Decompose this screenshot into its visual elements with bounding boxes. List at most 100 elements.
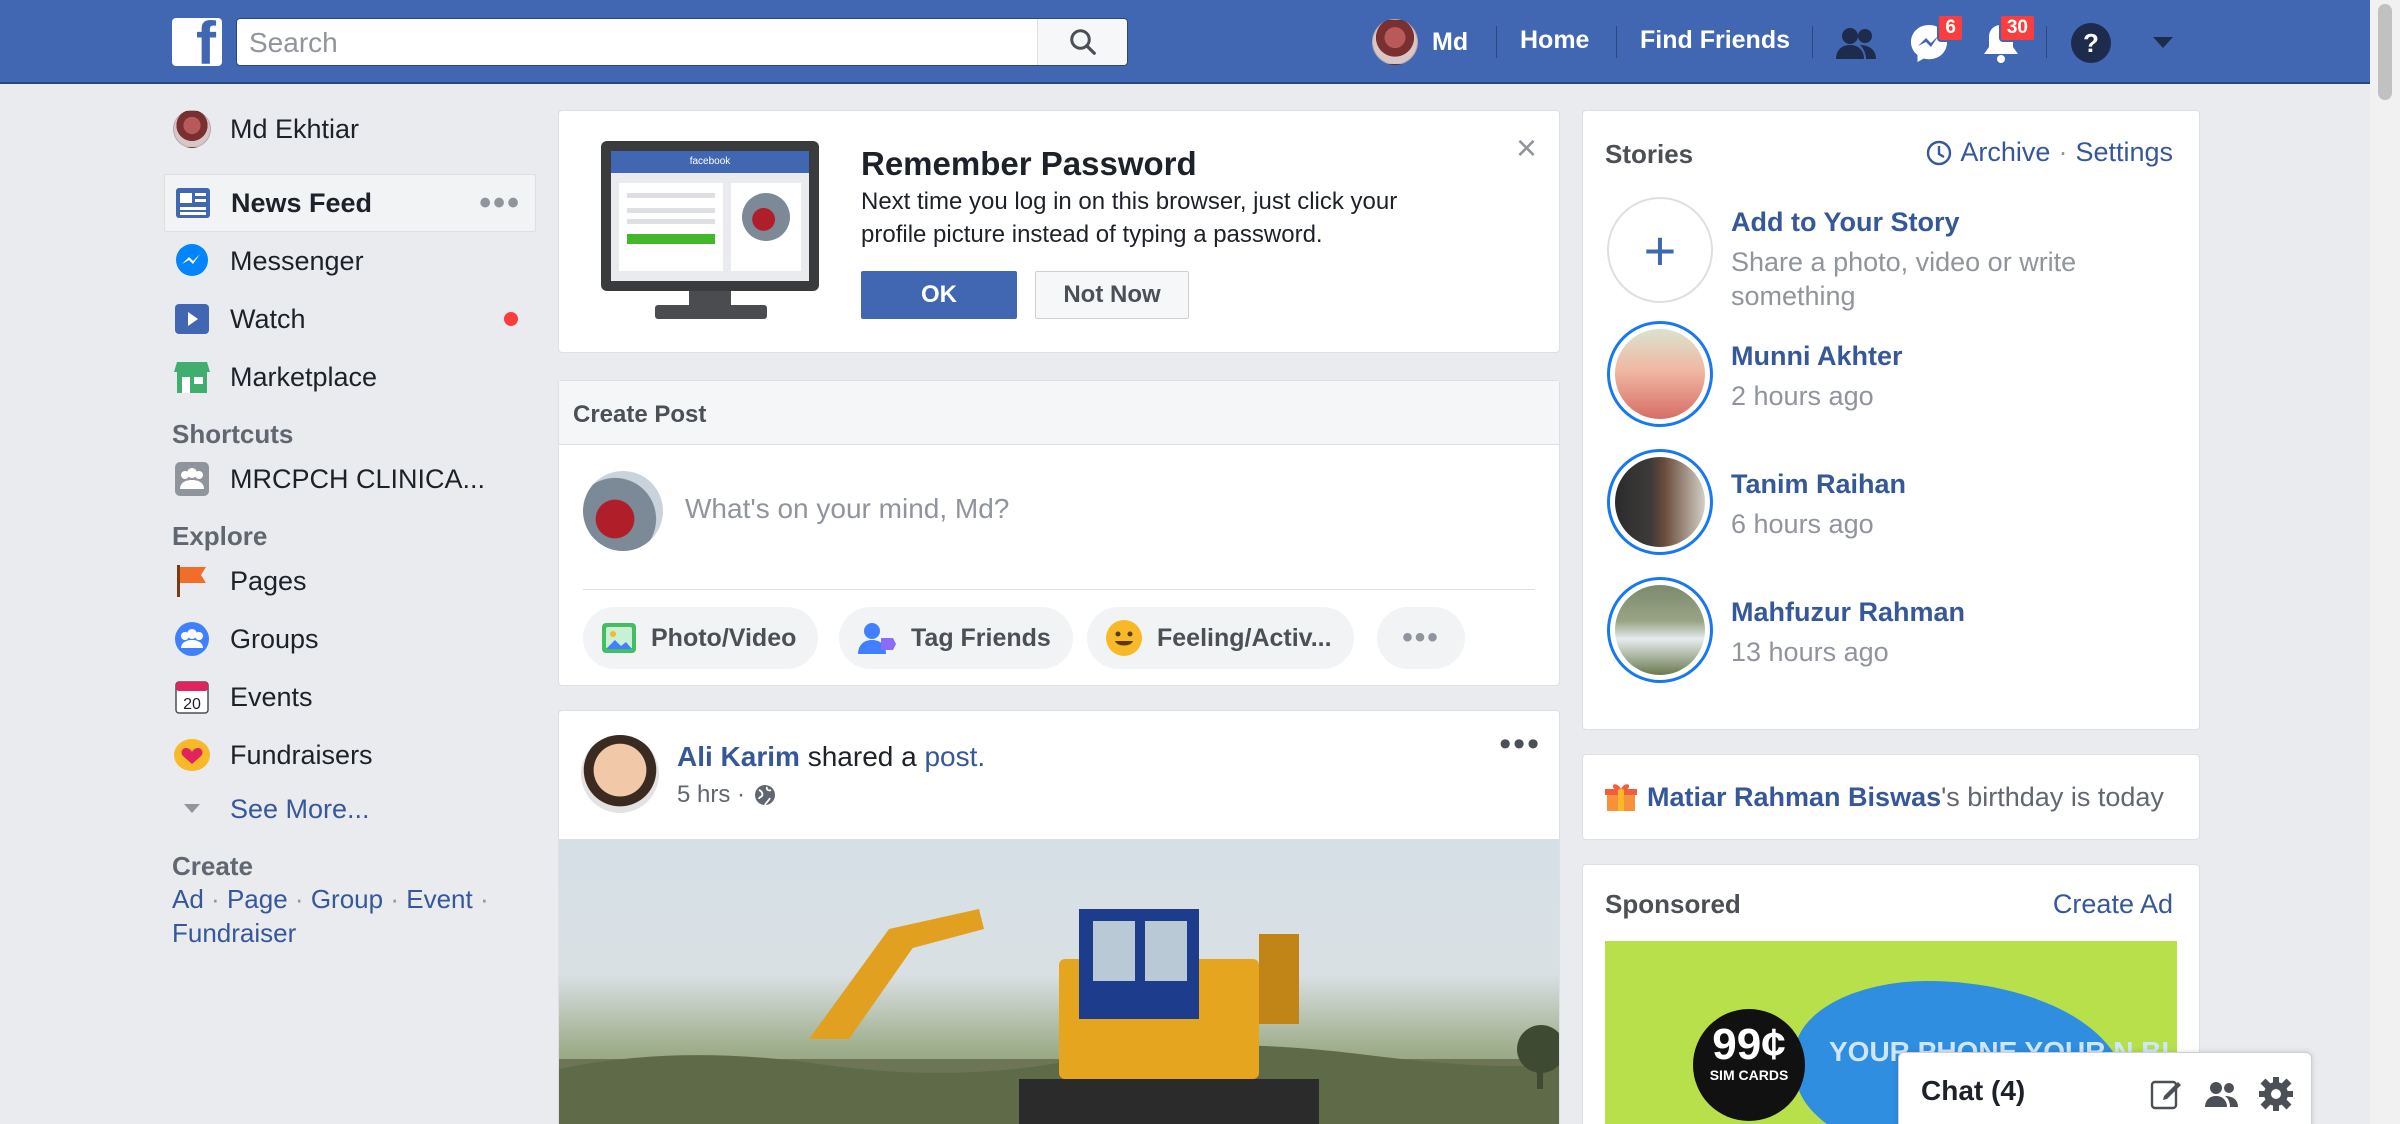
create-group-link[interactable]: Group: [311, 884, 383, 914]
profile-name: Md: [1432, 27, 1469, 56]
avatar[interactable]: [581, 735, 659, 813]
story-item[interactable]: Mahfuzur Rahman 13 hours ago: [1607, 577, 2187, 687]
sidebar-item-label: Marketplace: [230, 361, 378, 392]
excavator-photo: [559, 909, 1559, 1124]
tag-friends-button[interactable]: Tag Friends: [839, 607, 1073, 669]
messenger-icon[interactable]: 6: [1906, 14, 1964, 66]
nav-divider: [1616, 26, 1617, 58]
sidebar-item-pages[interactable]: Pages: [164, 552, 536, 610]
add-story-item[interactable]: + Add to Your Story Share a photo, video…: [1607, 197, 2187, 311]
ok-button[interactable]: OK: [861, 271, 1017, 319]
sponsored-title: Sponsored: [1605, 889, 1741, 919]
sidebar-item-label: Watch: [230, 303, 306, 334]
post-options-icon[interactable]: •••: [1499, 725, 1541, 764]
sidebar-item-profile[interactable]: Md Ekhtiar: [164, 100, 536, 158]
groups-icon: [172, 619, 212, 659]
monitor-illustration: facebook: [601, 141, 819, 291]
create-page-link[interactable]: Page: [227, 884, 288, 914]
sidebar-item-label: Groups: [230, 623, 319, 654]
feed-post: Ali Karim shared a post. 5 hrs · •••: [558, 710, 1560, 1124]
scrollbar-thumb[interactable]: [2378, 4, 2392, 100]
search-button[interactable]: [1037, 19, 1127, 65]
remember-password-title: Remember Password: [861, 145, 1197, 182]
sidebar-item-label: Pages: [230, 565, 307, 596]
create-post-title: Create Post: [559, 381, 1559, 445]
story-time: 13 hours ago: [1731, 637, 1889, 667]
compose-icon[interactable]: [2147, 1075, 2185, 1113]
create-heading: Create: [172, 851, 253, 881]
sidebar-item-label: Events: [230, 681, 313, 712]
stories-links: Archive · Settings: [1926, 137, 2173, 168]
messages-badge: 6: [1937, 14, 1964, 42]
create-event-link[interactable]: Event: [406, 884, 473, 914]
help-icon[interactable]: ?: [2068, 20, 2114, 66]
story-item[interactable]: Munni Akhter 2 hours ago: [1607, 321, 2187, 431]
not-now-button[interactable]: Not Now: [1035, 271, 1189, 319]
sidebar-item-label: News Feed: [231, 187, 373, 218]
watch-icon: [172, 299, 212, 339]
create-ad-link[interactable]: Ad: [172, 884, 204, 914]
status-input[interactable]: What's on your mind, Md?: [685, 493, 1009, 525]
story-name: Tanim Raihan: [1731, 469, 1907, 499]
add-story-subtitle: Share a photo, video or write something: [1731, 247, 2077, 311]
sidebar-item-fundraisers[interactable]: Fundraisers: [164, 726, 536, 784]
avatar: [1372, 19, 1418, 65]
story-item[interactable]: Tanim Raihan 6 hours ago: [1607, 449, 2187, 559]
birthday-person-link[interactable]: Matiar Rahman Biswas: [1647, 782, 1941, 812]
search-icon: [1069, 29, 1096, 55]
story-name: Mahfuzur Rahman: [1731, 597, 1966, 627]
account-menu-chevron-down-icon[interactable]: [2140, 20, 2186, 66]
sidebar-item-watch[interactable]: Watch: [164, 290, 536, 348]
feeling-activity-button[interactable]: Feeling/Activ...: [1087, 607, 1354, 669]
notifications-icon[interactable]: 30: [1978, 14, 2036, 66]
group-icon: [172, 459, 212, 499]
post-author-link[interactable]: Ali Karim: [677, 741, 800, 772]
story-avatar: [1607, 449, 1713, 555]
photo-video-button[interactable]: Photo/Video: [583, 607, 819, 669]
sidebar-item-groups[interactable]: Groups: [164, 610, 536, 668]
profile-link[interactable]: Md: [1372, 18, 1468, 66]
find-friends-link[interactable]: Find Friends: [1640, 26, 1790, 55]
create-fundraiser-link[interactable]: Fundraiser: [172, 918, 296, 948]
chat-bar[interactable]: Chat (4): [1898, 1052, 2312, 1124]
sidebar-item-shortcut[interactable]: MRCPCH CLINICA...: [164, 450, 536, 508]
sidebar-item-label: Md Ekhtiar: [230, 113, 360, 144]
post-object-link[interactable]: post.: [924, 741, 985, 772]
story-time: 6 hours ago: [1731, 509, 1874, 539]
stories-title: Stories: [1605, 139, 1694, 169]
stories-panel: Stories Archive · Settings + Add to Your…: [1582, 110, 2200, 730]
see-more-label: See More...: [230, 793, 370, 824]
monitor-label: facebook: [611, 151, 809, 173]
plus-icon: +: [1607, 197, 1713, 303]
home-link[interactable]: Home: [1520, 26, 1589, 55]
messenger-icon: [172, 241, 212, 281]
shortcuts-heading: Shortcuts: [172, 419, 294, 449]
group-chat-icon[interactable]: [2203, 1075, 2241, 1113]
more-options-icon[interactable]: •••: [1377, 607, 1465, 669]
sidebar-item-events[interactable]: 20 Events: [164, 668, 536, 726]
post-image[interactable]: [559, 839, 1559, 1124]
see-more-link[interactable]: See More...: [164, 784, 536, 834]
more-options-icon[interactable]: •••: [479, 184, 521, 223]
sidebar-item-news-feed[interactable]: News Feed •••: [164, 174, 536, 232]
sidebar-item-marketplace[interactable]: Marketplace: [164, 348, 536, 406]
sidebar-item-label: Fundraisers: [230, 739, 373, 770]
post-action-text: shared a: [807, 741, 917, 772]
sidebar-item-messenger[interactable]: Messenger: [164, 232, 536, 290]
create-ad-link[interactable]: Create Ad: [2053, 889, 2173, 920]
sidebar-item-label: Messenger: [230, 245, 364, 276]
close-icon[interactable]: ×: [1516, 127, 1537, 169]
birthday-card: Matiar Rahman Biswas's birthday is today: [1582, 754, 2200, 840]
search-box: [236, 18, 1128, 66]
friend-requests-icon[interactable]: [1834, 20, 1880, 66]
nav-divider: [2046, 26, 2047, 58]
archive-link[interactable]: Archive: [1960, 137, 2050, 168]
page-scrollbar[interactable]: [2370, 0, 2400, 1124]
gear-icon[interactable]: [2257, 1075, 2295, 1113]
settings-link[interactable]: Settings: [2075, 137, 2173, 168]
facebook-logo-icon[interactable]: f: [172, 18, 222, 66]
ad-price: 99¢: [1712, 1020, 1786, 1069]
ad-sim-label: SIM CARDS: [1709, 1067, 1789, 1083]
story-time: 2 hours ago: [1731, 381, 1874, 411]
search-input[interactable]: [249, 25, 1029, 61]
